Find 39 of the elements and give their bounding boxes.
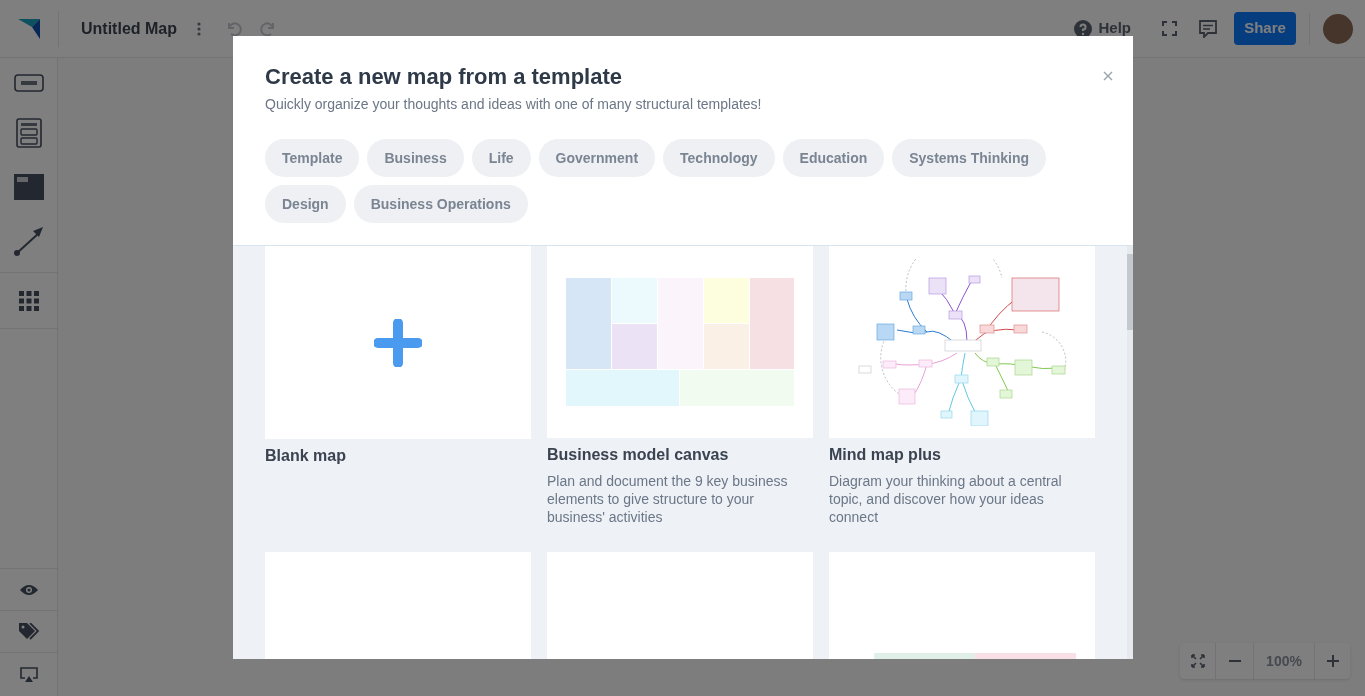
dialog-subtitle: Quickly organize your thoughts and ideas with one of many structural templates! (265, 95, 763, 114)
category-chip[interactable]: Design (265, 185, 346, 223)
map-title[interactable]: Untitled Map (81, 16, 177, 41)
logo-icon (18, 18, 40, 39)
template-title[interactable]: Business model canvas (547, 446, 813, 464)
category-chip[interactable]: Life (471, 139, 531, 177)
container-icon[interactable] (15, 118, 42, 148)
scrollbar-thumb[interactable] (1127, 254, 1133, 330)
arrow-icon[interactable] (13, 226, 44, 256)
undo-icon[interactable] (225, 19, 243, 38)
category-chip[interactable]: Technology (663, 139, 775, 177)
template-description: Plan and document the 9 key business elements to give structure to your business' activities (547, 472, 789, 526)
fit-screen-icon[interactable] (1190, 654, 1205, 668)
box-icon[interactable] (13, 74, 44, 92)
zoom-in-icon[interactable] (1326, 655, 1339, 667)
panel-icon[interactable] (13, 174, 44, 200)
template-title[interactable]: Mind map plus (829, 446, 1095, 464)
more-icon[interactable] (197, 21, 201, 36)
grid-icon[interactable] (18, 290, 39, 311)
template-title[interactable]: Blank map (265, 447, 531, 465)
dialog-title: Create a new map from a template (265, 63, 623, 91)
fullscreen-icon[interactable] (1162, 21, 1177, 36)
template-description: Diagram your thinking about a central topic, and discover how your ideas connect (829, 472, 1063, 526)
category-chip[interactable]: Systems Thinking (892, 139, 1047, 177)
plus-icon (374, 318, 422, 367)
eye-icon[interactable] (19, 583, 38, 596)
category-chip[interactable]: Business Operations (353, 185, 528, 223)
tag-icon[interactable] (18, 622, 39, 641)
share-button[interactable]: Share (1234, 12, 1296, 45)
category-chip[interactable]: Business (367, 139, 464, 177)
category-chip[interactable]: Education (782, 139, 885, 177)
comment-icon[interactable] (1199, 19, 1217, 38)
avatar[interactable] (1323, 13, 1353, 44)
zoom-level: 100% (1265, 651, 1303, 671)
category-chip[interactable]: Government (538, 139, 656, 177)
redo-icon[interactable] (259, 19, 277, 38)
present-icon[interactable] (19, 666, 38, 683)
close-icon[interactable] (1103, 71, 1113, 81)
category-chip[interactable]: Template (265, 139, 360, 177)
